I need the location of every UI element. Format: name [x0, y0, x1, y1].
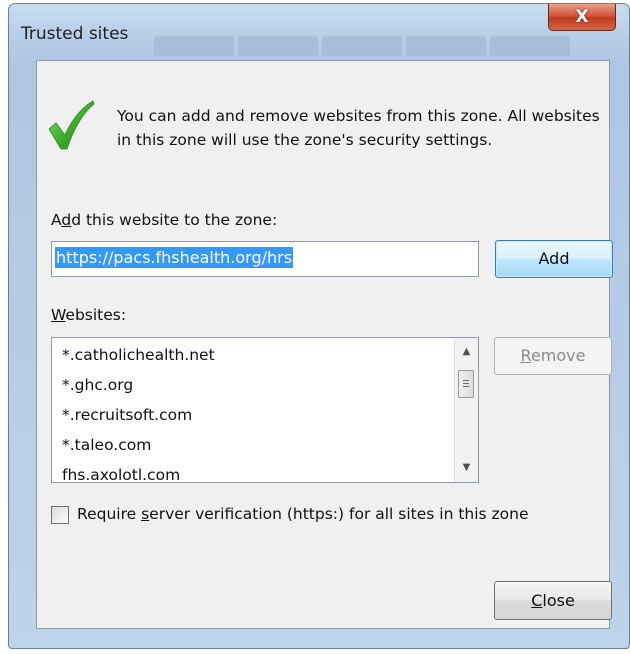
add-website-label: Add this website to the zone: [51, 211, 278, 229]
server-verification-label[interactable]: Require server verification (https:) for… [77, 505, 529, 523]
website-url-input[interactable]: https://pacs.fhshealth.org/hrs [51, 241, 479, 277]
ghost-tab [322, 36, 402, 56]
websites-label: Websites: [51, 306, 127, 324]
zone-description: You can add and remove websites from thi… [117, 107, 600, 149]
dialog-content: You can add and remove websites from thi… [36, 60, 613, 629]
list-item[interactable]: *.ghc.org [62, 373, 215, 403]
ghost-tab [238, 36, 318, 56]
green-check-icon [48, 100, 95, 150]
remove-button[interactable]: Remove [494, 337, 612, 375]
title-bar[interactable]: Trusted sites X [9, 4, 629, 60]
list-item[interactable]: fhs.axolotl.com [62, 463, 215, 482]
close-button[interactable]: Close [494, 581, 612, 620]
ghost-tab [154, 36, 234, 56]
websites-list[interactable]: *.catholichealth.net *.ghc.org *.recruit… [51, 337, 479, 483]
vertical-scrollbar[interactable]: ▲ ▼ [454, 338, 478, 482]
list-item[interactable]: *.catholichealth.net [62, 343, 215, 373]
scroll-down-arrow-icon[interactable]: ▼ [455, 458, 478, 478]
scrollbar-thumb[interactable] [458, 370, 474, 398]
ghost-tab [406, 36, 486, 56]
scroll-up-arrow-icon[interactable]: ▲ [455, 342, 478, 362]
background-tabs [154, 36, 619, 60]
add-button[interactable]: Add [495, 240, 613, 278]
ghost-tab [490, 36, 570, 56]
list-item[interactable]: *.recruitsoft.com [62, 403, 215, 433]
window-title: Trusted sites [21, 24, 129, 44]
close-icon: X [575, 7, 589, 27]
window-close-button[interactable]: X [548, 4, 616, 31]
trusted-sites-dialog: Trusted sites X You can add and remove w… [8, 3, 630, 649]
list-item[interactable]: *.taleo.com [62, 433, 215, 463]
server-verification-checkbox[interactable] [51, 506, 69, 524]
